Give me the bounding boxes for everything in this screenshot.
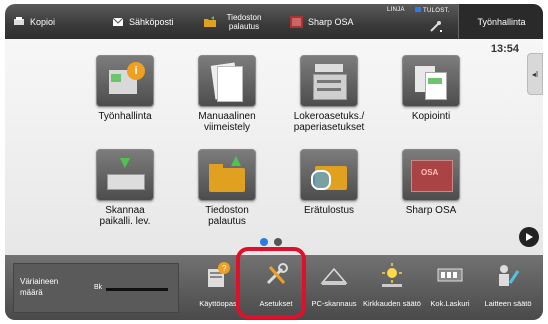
play-arrow-icon — [526, 233, 533, 241]
brightness-icon — [382, 263, 402, 287]
toner-label: Väriaineen määrä — [20, 277, 59, 297]
tile-manuaalinen-viimeistely-label: Manuaalinen viimeistely — [198, 111, 256, 133]
tray-settings-icon — [300, 55, 358, 107]
page-dot[interactable] — [274, 238, 282, 246]
toner-bar — [106, 288, 168, 291]
dock-kok-laskuri[interactable]: Kok.Laskuri — [421, 259, 479, 308]
folder-retrieve-icon — [204, 15, 216, 27]
email-icon — [112, 17, 124, 26]
print-status-indicator — [415, 7, 421, 12]
tile-skannaa-paikalli-label: Skannaa paikalli. lev. — [99, 205, 151, 227]
manual-guide-icon: ? — [208, 262, 230, 287]
dock-kok-laskuri-label: Kok.Laskuri — [430, 299, 470, 308]
tab-kopioi[interactable]: Kopioi — [13, 4, 55, 39]
dock-kirkkauden-saato[interactable]: Kirkkauden säätö — [363, 259, 421, 308]
tile-kopiointi[interactable]: Kopiointi — [371, 55, 491, 122]
next-page-button[interactable] — [519, 227, 539, 247]
sharp-osa-icon — [290, 15, 303, 28]
dock-pc-skannaus-label: PC-skannaus — [311, 299, 357, 308]
dock-kirkkauden-saato-label: Kirkkauden säätö — [363, 299, 421, 308]
tab-sharp-osa-label: Sharp OSA — [308, 16, 354, 27]
tab-sharp-osa[interactable]: Sharp OSA — [290, 4, 354, 39]
batch-print-icon — [300, 149, 358, 201]
line-status-label: LINJA — [387, 7, 405, 13]
tab-tiedoston-palautus[interactable]: Tiedoston palautus — [203, 4, 266, 39]
dock-laitteen-saato-label: Laitteen säätö — [484, 299, 532, 308]
job-status-button[interactable]: Työnhallinta — [458, 4, 543, 39]
manual-finishing-icon — [198, 55, 256, 107]
print-status: TULOST. — [415, 7, 450, 14]
copy-icon — [14, 16, 24, 25]
tile-tiedoston-palautus-label: Tiedoston palautus — [205, 205, 249, 227]
tools-status-icon — [430, 21, 442, 32]
scan-local-icon — [96, 149, 154, 201]
dock-pc-skannaus[interactable]: PC-skannaus — [305, 259, 363, 308]
device-adjust-icon — [499, 265, 520, 286]
dock-laitteen-saato[interactable]: Laitteen säätö — [479, 259, 537, 308]
tab-sahkoposti[interactable]: Sähköposti — [112, 4, 174, 39]
job-status-icon: i — [96, 55, 154, 107]
highlight-box — [236, 247, 306, 319]
sharp-osa-tile-icon: OSA — [402, 149, 460, 201]
toner-level-panel: Väriaineen määrä Bk — [13, 263, 179, 313]
line-status: LINJA — [387, 7, 405, 13]
home-screen: 13:54 ◂I i Työnhallinta Manuaalinen viim… — [5, 39, 543, 255]
tab-sahkoposti-label: Sähköposti — [129, 16, 174, 27]
file-retrieve-icon — [198, 149, 256, 201]
clock: 13:54 — [490, 43, 519, 55]
toner-channel: Bk — [94, 284, 103, 291]
copy-doc-icon — [402, 55, 460, 107]
pc-scan-icon — [320, 267, 348, 285]
print-status-label: TULOST. — [423, 8, 450, 14]
tab-tiedoston-palautus-label: Tiedoston palautus — [226, 12, 262, 31]
tile-sharp-osa[interactable]: OSA Sharp OSA — [371, 149, 491, 216]
job-status-button-label: Työnhallinta — [477, 16, 526, 27]
tile-kopiointi-label: Kopiointi — [411, 111, 451, 122]
top-bar: Kopioi Sähköposti Tiedoston palautus Sha… — [5, 4, 543, 39]
svg-text:?: ? — [222, 264, 227, 273]
tab-kopioi-label: Kopioi — [30, 16, 56, 27]
page-dot-active[interactable] — [260, 238, 268, 246]
tile-sharp-osa-label: Sharp OSA — [405, 205, 457, 216]
side-panel-tab[interactable]: ◂I — [527, 53, 543, 95]
counter-icon — [437, 268, 463, 282]
